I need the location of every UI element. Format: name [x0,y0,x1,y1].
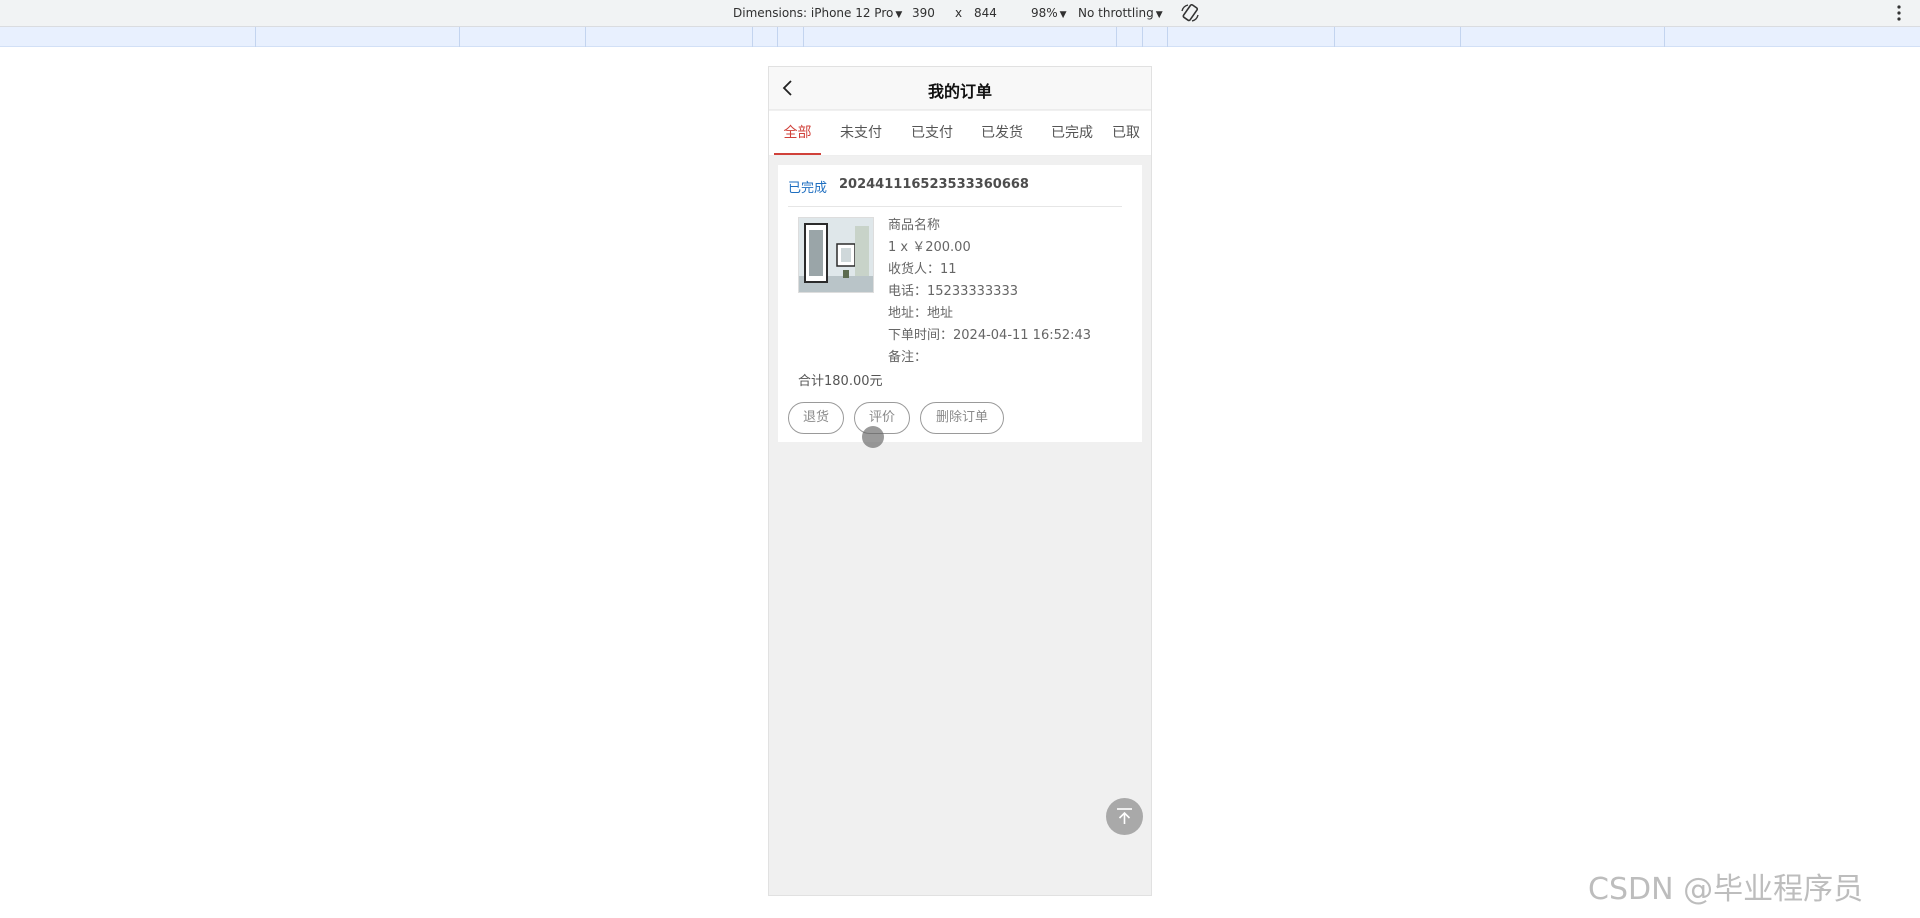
ruler-divider [1334,27,1335,47]
order-status: 已完成 [788,181,828,196]
dropdown-caret-icon: ▼ [1155,10,1163,20]
active-tab-indicator [774,153,821,155]
product-image [799,218,873,292]
tab-paid[interactable]: 已支付 [904,111,960,155]
tab-label: 未支付 [840,125,882,141]
media-query-ruler [0,27,1920,47]
address: 地址：地址 [888,306,954,321]
tab-label: 已支付 [911,125,953,141]
ruler-divider [803,27,804,47]
ruler-divider [1167,27,1168,47]
review-button[interactable]: 评价 [854,402,910,434]
delete-order-button[interactable]: 删除订单 [920,402,1004,434]
product-name: 商品名称 [888,218,941,233]
page-title: 我的订单 [927,82,992,101]
tab-label: 已取 [1112,125,1140,141]
device-dimensions-label: Dimensions: iPhone 12 Pro [733,6,894,20]
order-card-header: 已完成 202441116523533360668 [788,175,1122,207]
touch-cursor-indicator [862,426,884,448]
ruler-divider [1664,27,1665,47]
nav-bar: 我的订单 [769,67,1151,110]
ruler-divider [1116,27,1117,47]
tab-completed[interactable]: 已完成 [1044,111,1100,155]
tab-label: 全部 [783,125,812,141]
device-selector[interactable]: Dimensions: iPhone 12 Pro ▼ [733,6,902,20]
order-time: 下单时间：2024-04-11 16:52:43 [888,328,1092,343]
kebab-menu-icon[interactable] [1892,4,1906,22]
dropdown-caret-icon: ▼ [895,10,903,20]
tab-unpaid[interactable]: 未支付 [833,111,889,155]
throttling-selector[interactable]: No throttling ▼ [1078,6,1163,20]
ruler-divider [752,27,753,47]
tab-label: 已发货 [981,125,1023,141]
tab-cancelled[interactable]: 已取 [1112,111,1151,155]
ruler-divider [255,27,256,47]
phone-viewport: 我的订单 全部 未支付 已支付 已发货 已完成 已取 已完成 202441116… [768,66,1152,896]
back-to-top-button[interactable] [1106,798,1143,835]
rotate-icon[interactable] [1180,3,1200,23]
order-status-tabs: 全部 未支付 已支付 已发货 已完成 已取 [769,111,1151,156]
dropdown-caret-icon: ▼ [1059,10,1067,20]
order-details: 商品名称 1 x ￥200.00 收货人：11 电话：15233333333 地… [888,217,1091,371]
width-input[interactable]: 390 [912,6,935,20]
phone: 电话：15233333333 [888,284,1018,299]
order-number: 202441116523533360668 [839,177,1029,192]
return-button[interactable]: 退货 [788,402,844,434]
ruler-divider [459,27,460,47]
zoom-value: 98% [1031,6,1058,20]
arrow-up-to-top-icon [1117,808,1132,824]
ruler-divider [585,27,586,47]
ruler-divider [1460,27,1461,47]
quantity-price: 1 x ￥200.00 [888,240,971,255]
dimension-times: x [955,6,963,20]
ruler-divider [777,27,778,47]
height-input[interactable]: 844 [974,6,997,20]
order-card: 已完成 202441116523533360668 商品名称 1 x ￥200.… [778,165,1142,442]
tab-label: 已完成 [1051,125,1093,141]
csdn-watermark: CSDN @毕业程序员 [1588,872,1864,907]
remark: 备注： [888,350,928,365]
tab-shipped[interactable]: 已发货 [974,111,1030,155]
order-total: 合计180.00元 [798,374,883,389]
zoom-selector[interactable]: 98% ▼ [1031,6,1067,20]
throttling-value: No throttling [1078,6,1154,20]
receiver: 收货人：11 [888,262,957,277]
devtools-device-toolbar: Dimensions: iPhone 12 Pro ▼ 390 x 844 98%… [0,0,1920,27]
tab-all[interactable]: 全部 [774,111,821,155]
product-thumbnail[interactable] [798,217,874,293]
ruler-divider [1142,27,1143,47]
